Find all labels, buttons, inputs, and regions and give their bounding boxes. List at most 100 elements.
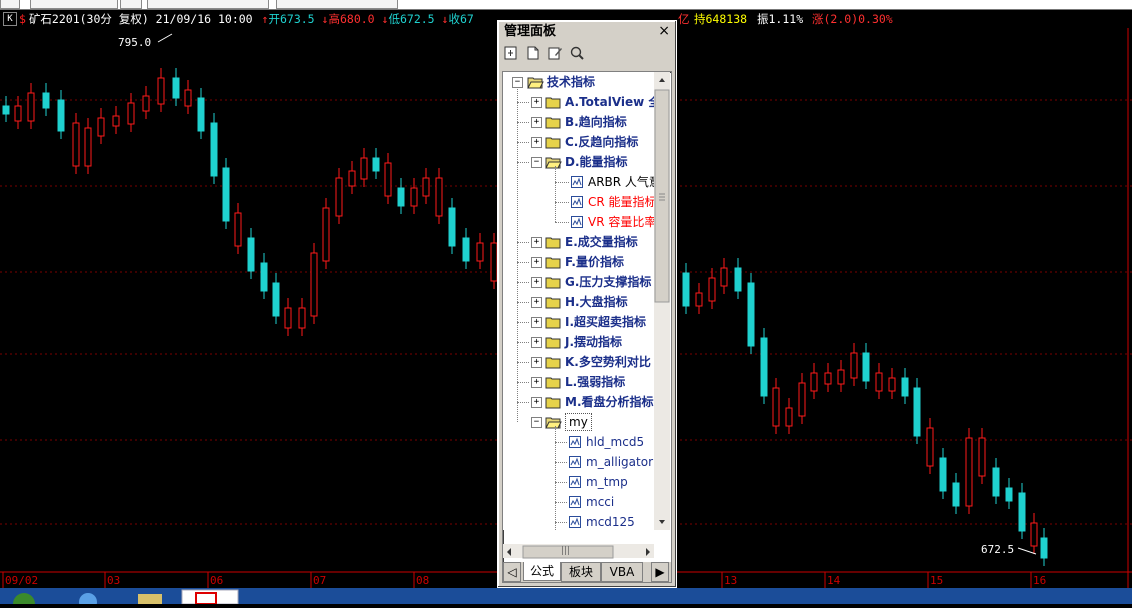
start-button-icon[interactable]	[13, 593, 35, 608]
browser-icon[interactable]	[79, 593, 97, 608]
close-icon[interactable]: ×	[658, 23, 670, 39]
candle	[720, 267, 728, 287]
candle	[901, 377, 909, 397]
folder-icon[interactable]	[138, 594, 162, 604]
candle	[222, 167, 230, 222]
k-line-icon[interactable]: K	[3, 12, 17, 26]
tree-group-label[interactable]: E.成交量指标	[565, 232, 638, 252]
expand-toggle[interactable]: +	[531, 337, 542, 348]
my-indicator-item[interactable]: hld_mcd5	[586, 432, 644, 452]
my-indicator-item[interactable]: m_tmp	[586, 472, 628, 492]
new-formula-icon[interactable]	[502, 45, 520, 63]
tree-line	[517, 382, 529, 383]
expand-toggle[interactable]: +	[531, 277, 542, 288]
candle	[335, 177, 343, 217]
s-icon[interactable]: $	[19, 10, 26, 28]
open-folder-icon	[527, 77, 544, 89]
formula-file-icon	[569, 516, 581, 528]
my-indicator-item[interactable]: mcd125	[586, 512, 635, 530]
vertical-scrollbar[interactable]	[654, 72, 670, 530]
candle	[913, 387, 921, 437]
formula-file-icon	[571, 196, 583, 208]
candle	[57, 99, 65, 132]
candle	[272, 282, 280, 317]
tab-stub-1[interactable]	[0, 0, 20, 9]
tree-container: − 技术指标 + A.TotalView 全 + B.趋向指标 + C.反趋向指标 − D.能量指…	[502, 71, 672, 583]
tree-line	[517, 87, 518, 422]
management-panel[interactable]: 管理面板 × − 技术指标 + A.TotalView 全 + B.趋向指标 + C.反趋向指…	[497, 20, 677, 588]
low-price: 低672.5	[388, 12, 435, 26]
new-file-icon[interactable]	[524, 45, 542, 63]
tree-group-label[interactable]: H.大盘指标	[565, 292, 628, 312]
tree-group-label[interactable]: A.TotalView 全	[565, 92, 654, 112]
symbol-title: 矿石2201(30分 复权) 21/09/16 10:00	[28, 12, 253, 26]
tab-scroll-left-icon[interactable]: ◁	[503, 562, 521, 582]
folder-icon	[545, 117, 561, 129]
expand-toggle[interactable]: +	[531, 397, 542, 408]
expand-toggle[interactable]: +	[531, 117, 542, 128]
tree-line	[517, 262, 529, 263]
expand-toggle[interactable]: +	[531, 237, 542, 248]
tree-line	[517, 162, 529, 163]
tree-group-label[interactable]: J.摆动指标	[565, 332, 622, 352]
indicator-tree[interactable]: − 技术指标 + A.TotalView 全 + B.趋向指标 + C.反趋向指标 − D.能量指…	[503, 72, 654, 530]
expand-toggle[interactable]: +	[531, 297, 542, 308]
candle	[462, 237, 470, 262]
folder-icon	[545, 317, 561, 329]
folder-icon	[545, 257, 561, 269]
tree-line	[517, 322, 529, 323]
tab-vba[interactable]: VBA	[601, 562, 643, 582]
candle	[210, 122, 218, 177]
tree-group-label[interactable]: L.强弱指标	[565, 372, 625, 392]
tree-root-label[interactable]: 技术指标	[547, 72, 595, 92]
tab-scroll-right-icon[interactable]: ▶	[651, 562, 669, 582]
tree-group-label[interactable]: C.反趋向指标	[565, 132, 638, 152]
tab-stub-3[interactable]	[120, 0, 142, 9]
tab-stub-5[interactable]	[276, 0, 398, 9]
expand-toggle[interactable]: +	[531, 317, 542, 328]
candle	[926, 427, 934, 467]
edit-icon[interactable]	[546, 45, 564, 63]
tree-group-label[interactable]: G.压力支撑指标	[565, 272, 651, 292]
tree-group-label[interactable]: M.看盘分析指标	[565, 392, 654, 412]
search-icon[interactable]	[568, 45, 586, 63]
collapse-toggle[interactable]: −	[531, 157, 542, 168]
expand-toggle[interactable]: +	[531, 97, 542, 108]
tree-line	[517, 402, 529, 403]
tab-block[interactable]: 板块	[561, 562, 601, 582]
tree-group-label[interactable]: F.量价指标	[565, 252, 624, 272]
candle	[992, 467, 1000, 497]
folder-icon	[545, 337, 561, 349]
tree-group-label[interactable]: B.趋向指标	[565, 112, 627, 132]
expand-toggle[interactable]: +	[531, 257, 542, 268]
folder-icon	[545, 397, 561, 409]
date-label: 03	[107, 574, 120, 587]
indicator-item[interactable]: ARBR 人气意	[588, 172, 654, 192]
expand-toggle[interactable]: +	[531, 357, 542, 368]
tree-group-my[interactable]: my	[565, 413, 592, 431]
high-price: 高680.0	[328, 12, 375, 26]
expand-toggle[interactable]: +	[531, 137, 542, 148]
expand-toggle[interactable]: +	[531, 377, 542, 388]
tab-stub-4[interactable]	[147, 0, 269, 9]
tab-stub-2[interactable]	[30, 0, 118, 9]
tree-group-label[interactable]: K.多空势利对比	[565, 352, 651, 372]
folder-icon	[545, 97, 561, 109]
tree-line	[517, 122, 529, 123]
candle	[27, 92, 35, 122]
collapse-toggle[interactable]: −	[531, 417, 542, 428]
tree-group-label[interactable]: D.能量指标	[565, 152, 628, 172]
candle	[862, 352, 870, 382]
candle	[850, 352, 858, 379]
indicator-item[interactable]: CR 能量指标	[588, 192, 654, 212]
tab-formula[interactable]: 公式	[523, 562, 561, 581]
min-price-label: 672.5	[981, 543, 1014, 556]
tree-group-label[interactable]: I.超买超卖指标	[565, 312, 646, 332]
horizontal-scrollbar[interactable]: |||	[503, 544, 654, 559]
scroll-grip: |||	[561, 546, 571, 556]
indicator-item[interactable]: VR 容量比率	[588, 212, 654, 232]
my-indicator-item[interactable]: m_alligator	[586, 452, 653, 472]
my-indicator-item[interactable]: mcci	[586, 492, 614, 512]
candle	[760, 337, 768, 397]
panel-toolbar	[502, 45, 672, 67]
